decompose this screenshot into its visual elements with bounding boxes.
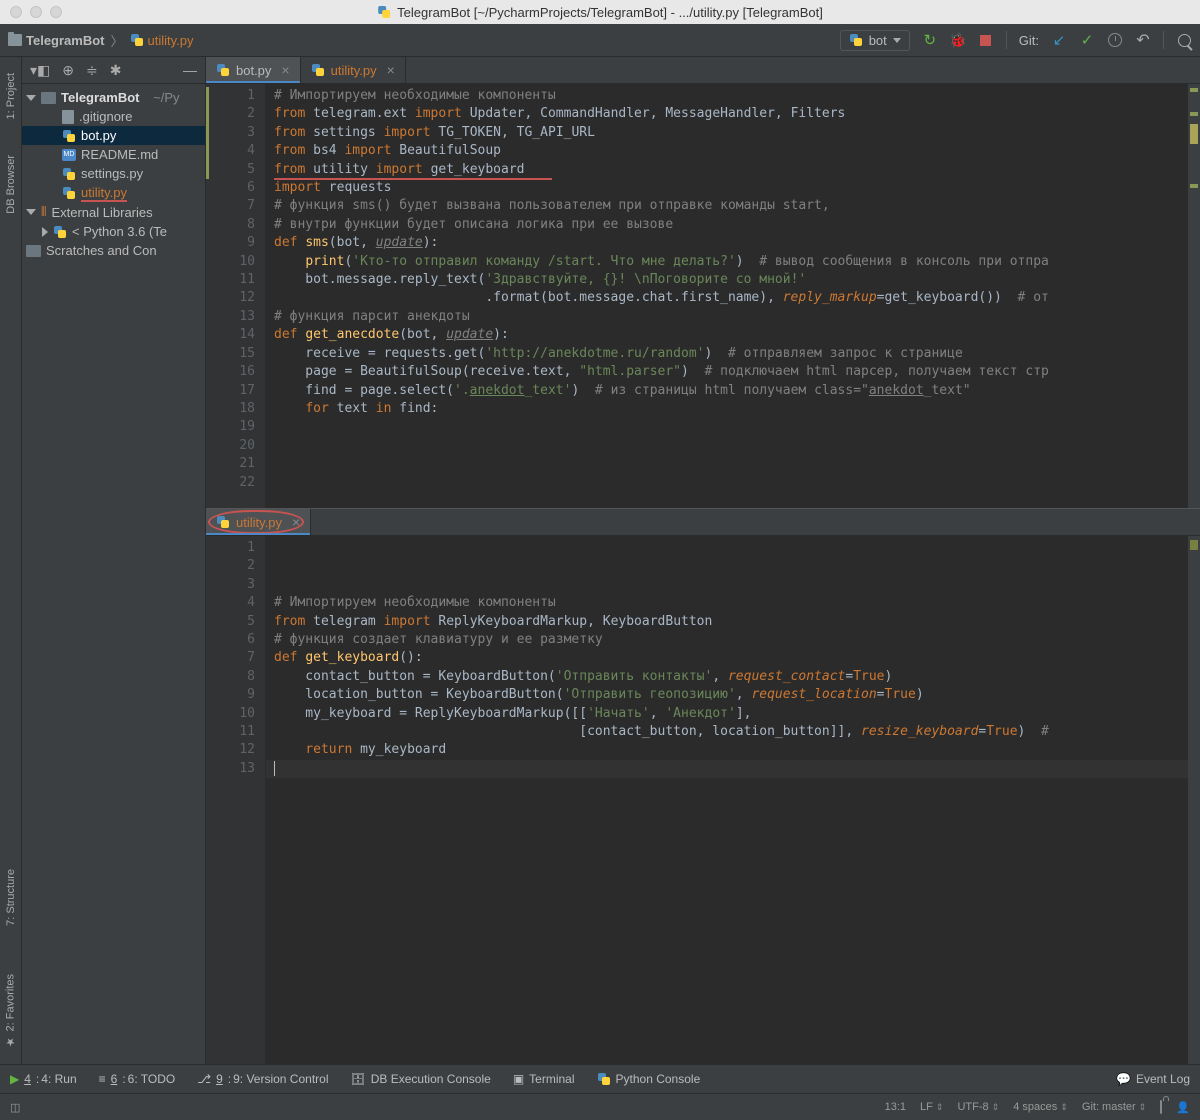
revert-icon[interactable]: ↶ [1135,32,1151,48]
project-tree[interactable]: TelegramBot ~/Py .gitignore bot.py MDREA… [22,84,205,264]
tab-bot[interactable]: bot.py× [206,57,301,83]
editor-scrollbar[interactable] [1188,84,1200,508]
tool-python-console[interactable]: Python Console [597,1072,701,1086]
tree-file-settings[interactable]: settings.py [22,164,205,183]
editor-top[interactable]: 12345678910111213141516171819202122 # Им… [206,84,1200,508]
python-icon [62,167,76,181]
search-icon[interactable] [1176,32,1192,48]
python-icon [597,1072,611,1086]
python-icon [130,33,144,47]
status-encoding[interactable]: UTF-8 ⇕ [957,1101,999,1113]
close-icon[interactable]: × [292,514,300,530]
tree-file-readme[interactable]: MDREADME.md [22,145,205,164]
status-inspector-icon[interactable]: 👤 [1176,1101,1190,1114]
bottom-tool-bar: ▶4: 4: Run ≡ 6: 6: TODO ⎇ 9: 9: Version … [0,1064,1200,1093]
python-icon [216,63,230,77]
stop-icon[interactable] [978,32,994,48]
python-icon [849,33,863,47]
settings-icon[interactable]: ✱ [110,62,122,79]
tool-todo[interactable]: ≡ 6: 6: TODO [99,1072,176,1086]
tree-file-utility[interactable]: utility.py [22,183,205,202]
python-icon [62,129,76,143]
status-windows-icon[interactable]: ◫ [10,1101,20,1114]
window-title: TelegramBot [~/PycharmProjects/TelegramB… [377,5,823,20]
tree-python-sdk[interactable]: < Python 3.6 (Te [22,222,205,241]
run-icon[interactable]: ↻ [922,32,938,48]
file-icon [62,110,74,124]
python-icon [311,63,325,77]
python-icon [53,225,67,239]
tool-terminal[interactable]: ▣ Terminal [513,1072,575,1086]
status-indent[interactable]: 4 spaces ⇕ [1013,1101,1068,1113]
sidebar-tab-project[interactable]: 1: Project [3,65,19,127]
tool-db-console[interactable]: 🗄 DB Execution Console [351,1072,491,1086]
editor-area: bot.py× utility.py× 12345678910111213141… [206,57,1200,1064]
tree-external-libs[interactable]: ⫴External Libraries [22,202,205,222]
tree-root[interactable]: TelegramBot ~/Py [22,88,205,107]
folder-icon [41,92,56,104]
sidebar-tab-favorites[interactable]: ★ 2: Favorites [2,966,19,1056]
tree-file-gitignore[interactable]: .gitignore [22,107,205,126]
python-icon [216,515,230,529]
close-icon[interactable]: × [387,62,395,78]
status-bar: ◫ 13:1 LF ⇕ UTF-8 ⇕ 4 spaces ⇕ Git: mast… [0,1093,1200,1120]
markdown-icon: MD [62,149,76,161]
commit-icon[interactable]: ✓ [1079,32,1095,48]
gutter-top: 12345678910111213141516171819202122 [206,84,266,508]
editor-bottom[interactable]: 12345678910111213 # Импортируем необходи… [206,536,1200,1064]
editor-tabs-top: bot.py× utility.py× [206,57,1200,84]
sidebar-tab-structure[interactable]: 7: Structure [3,861,19,934]
editor-tabs-bottom: utility.py× [206,509,1200,536]
chevron-right-icon: 〉 [111,31,124,50]
breadcrumb[interactable]: TelegramBot 〉 utility.py [8,31,194,50]
status-caret-pos[interactable]: 13:1 [885,1101,906,1113]
folder-icon [8,34,22,46]
close-icon[interactable]: × [281,62,289,78]
python-icon [377,5,391,19]
project-view-icon[interactable]: ▾◧ [30,62,50,79]
sidebar-tab-db-browser[interactable]: DB Browser [3,147,19,222]
tool-window-tabs-left: 1: Project DB Browser 7: Structure ★ 2: … [0,57,22,1064]
tool-run[interactable]: ▶4: 4: Run [10,1072,77,1086]
tree-file-bot[interactable]: bot.py [22,126,205,145]
git-label: Git: [1019,33,1039,48]
status-git-branch[interactable]: Git: master ⇕ [1082,1101,1146,1113]
folder-icon [26,245,41,257]
tool-vcs[interactable]: ⎇ 9: 9: Version Control [197,1072,328,1086]
tree-scratches[interactable]: Scratches and Con [22,241,205,260]
locate-icon[interactable]: ⊕ [62,62,74,79]
project-toolbar: ▾◧ ⊕ ≑ ✱ — [22,57,205,84]
tool-event-log[interactable]: 💬 Event Log [1116,1072,1190,1086]
editor-scrollbar[interactable] [1188,536,1200,1064]
tab-utility-bottom[interactable]: utility.py× [206,509,311,535]
traffic-lights[interactable] [10,6,62,18]
debug-icon[interactable]: 🐞 [950,32,966,48]
python-icon [62,186,76,200]
tab-utility-top[interactable]: utility.py× [301,57,406,83]
status-line-sep[interactable]: LF ⇕ [920,1101,943,1113]
status-lock-icon[interactable] [1160,1101,1162,1113]
update-project-icon[interactable]: ↙ [1051,32,1067,48]
history-icon[interactable] [1107,32,1123,48]
hide-icon[interactable]: — [183,62,197,78]
navigation-bar: TelegramBot 〉 utility.py bot ↻ 🐞 Git: ↙ … [0,24,1200,57]
gutter-bottom: 12345678910111213 [206,536,266,1064]
project-tool-window: ▾◧ ⊕ ≑ ✱ — TelegramBot ~/Py .gitignore b… [22,57,206,1064]
window-titlebar: TelegramBot [~/PycharmProjects/TelegramB… [0,0,1200,24]
run-config-selector[interactable]: bot [840,30,910,51]
chevron-down-icon [893,38,901,43]
collapse-icon[interactable]: ≑ [86,62,98,79]
